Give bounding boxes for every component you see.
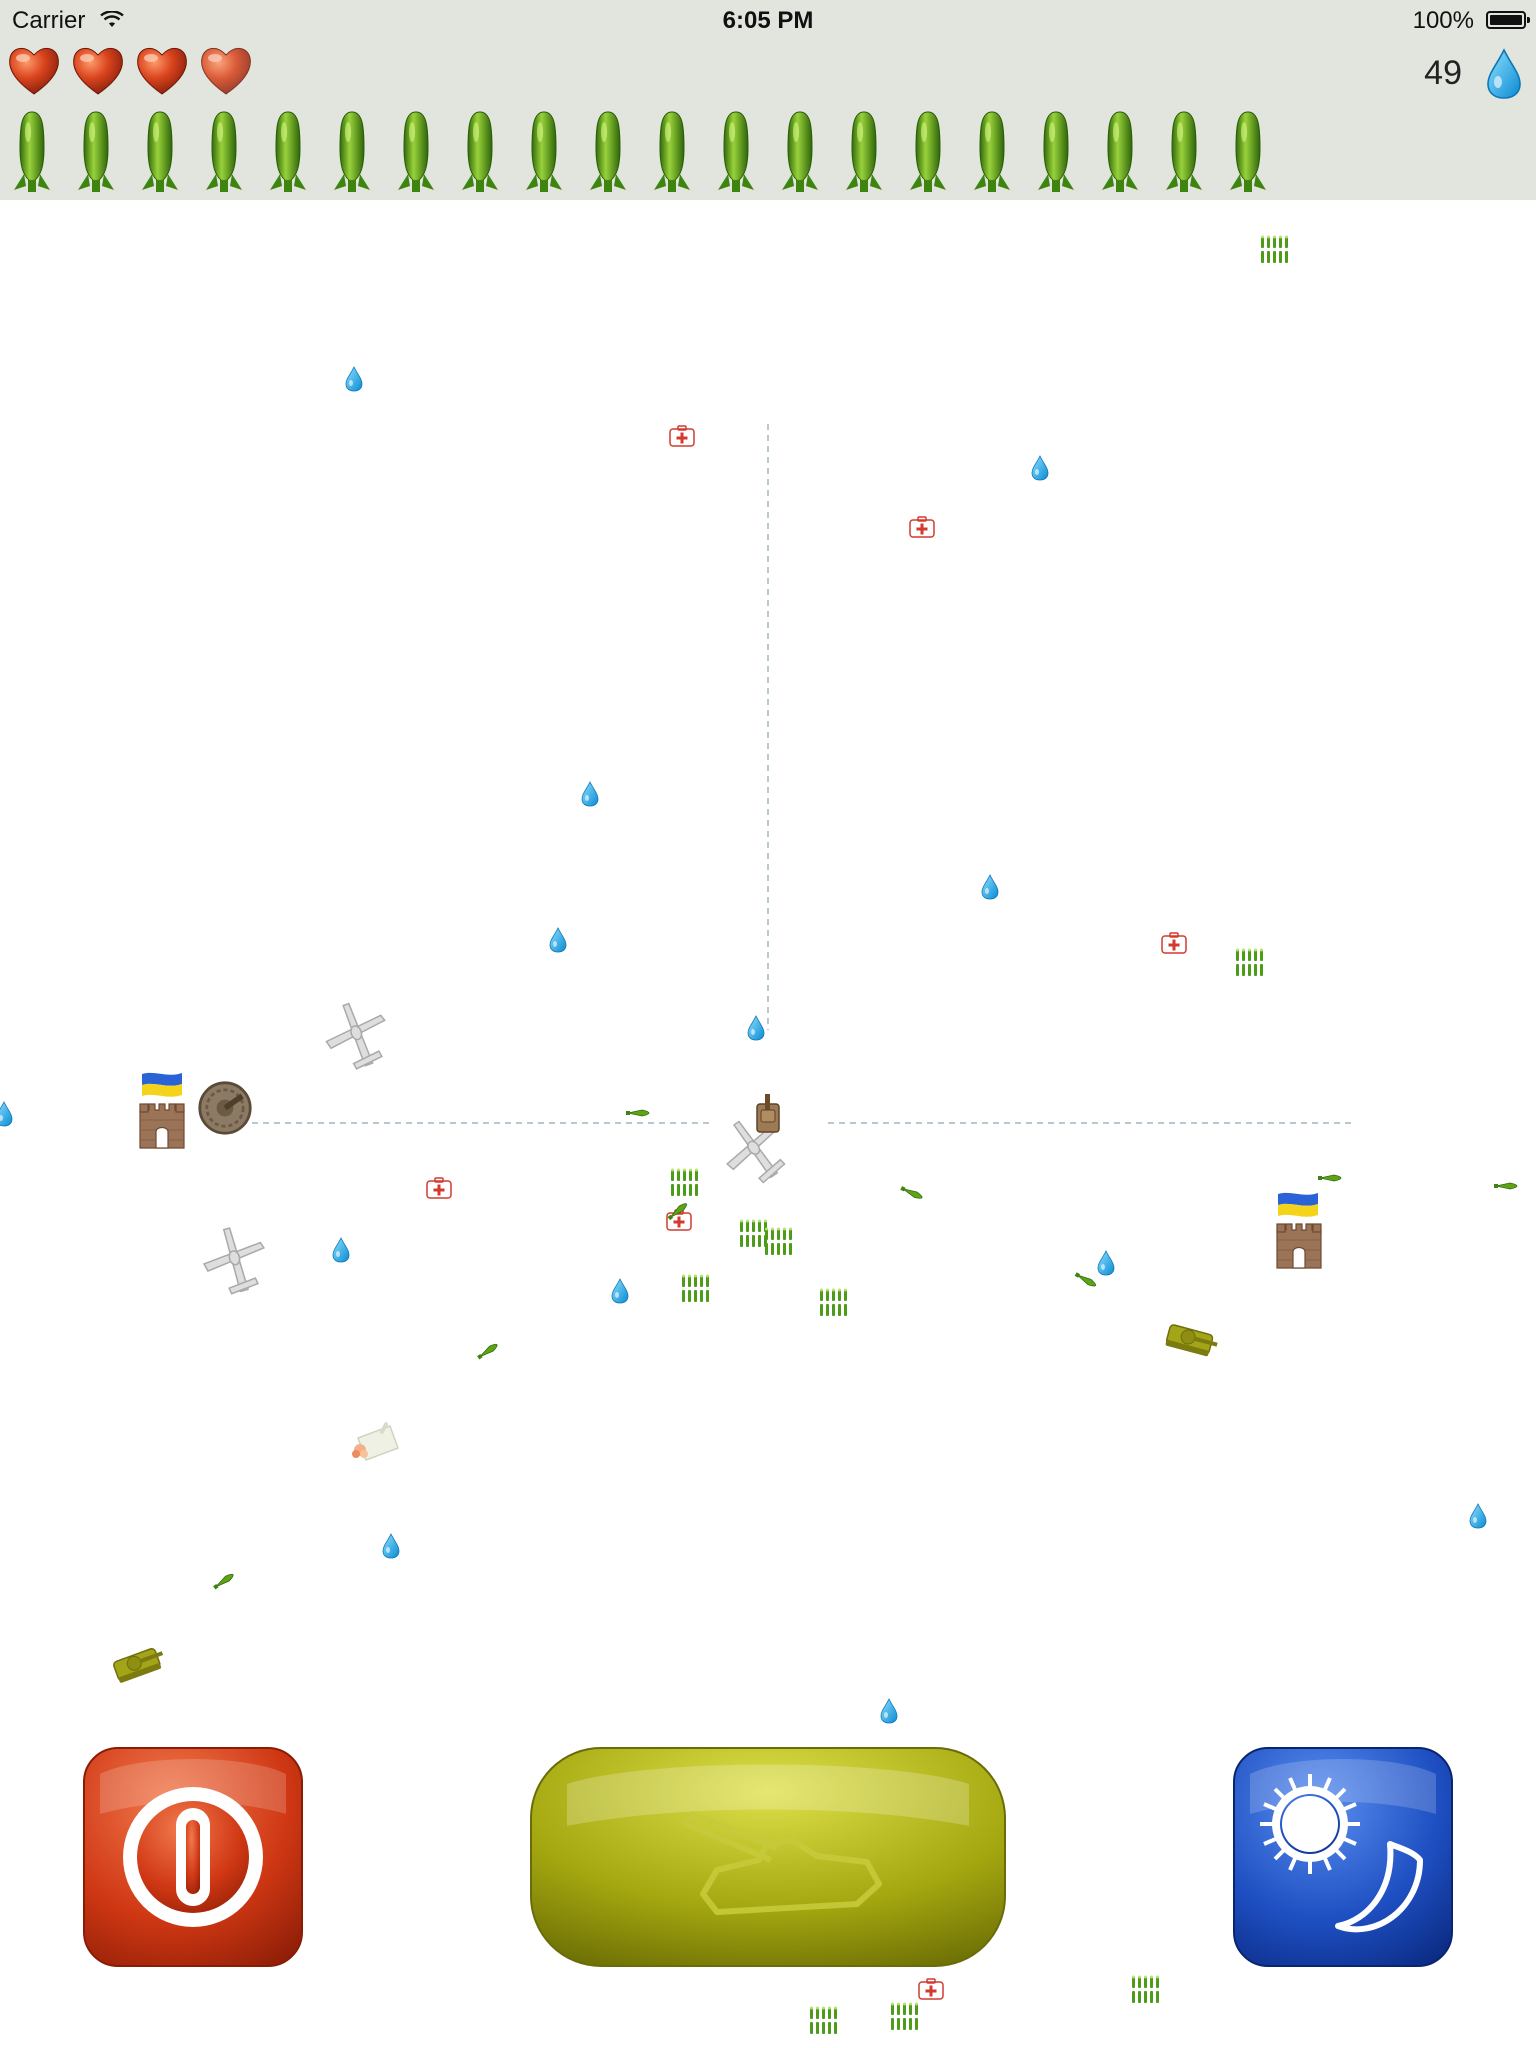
fire-button[interactable] (527, 1744, 1009, 1970)
water-drop-icon[interactable] (580, 781, 600, 807)
game-field[interactable] (0, 0, 1536, 2048)
sun-moon-icon (1233, 1747, 1453, 1967)
flag-icon (140, 1070, 184, 1098)
day-night-button[interactable] (1230, 1744, 1456, 1970)
water-drop-icon[interactable] (548, 927, 568, 953)
soldiers-icon[interactable] (889, 2002, 919, 2032)
shell-icon (1494, 1181, 1518, 1191)
soldiers-icon[interactable] (763, 1227, 793, 1257)
pause-button[interactable] (80, 1744, 306, 1970)
flag-icon (1276, 1190, 1320, 1218)
medkit-icon[interactable] (426, 1177, 452, 1199)
turret-icon[interactable] (197, 1080, 253, 1136)
water-drop-icon[interactable] (1096, 1250, 1116, 1276)
medkit-icon[interactable] (909, 516, 935, 538)
soldiers-icon[interactable] (669, 1168, 699, 1198)
medkit-icon[interactable] (918, 1978, 944, 2000)
pause-icon (83, 1747, 303, 1967)
soldiers-icon[interactable] (808, 2006, 838, 2036)
tank-icon (530, 1747, 1006, 1967)
soldiers-icon[interactable] (1259, 235, 1289, 265)
water-drop-icon[interactable] (879, 1698, 899, 1724)
shell-icon (1318, 1173, 1342, 1183)
crosshair-lines (230, 424, 1352, 1124)
water-drop-icon[interactable] (746, 1015, 766, 1041)
water-drop-icon[interactable] (0, 1101, 14, 1127)
medkit-icon[interactable] (669, 425, 695, 447)
water-drop-icon[interactable] (1468, 1503, 1488, 1529)
water-drop-icon[interactable] (1030, 455, 1050, 481)
player-tank-icon[interactable] (751, 1094, 785, 1134)
soldiers-icon[interactable] (818, 1288, 848, 1318)
castle-icon[interactable] (137, 1100, 187, 1150)
water-drop-icon[interactable] (331, 1237, 351, 1263)
water-drop-icon[interactable] (980, 874, 1000, 900)
medkit-icon[interactable] (1161, 932, 1187, 954)
castle-icon[interactable] (1274, 1220, 1324, 1270)
wreck-icon (346, 1418, 406, 1468)
water-drop-icon[interactable] (344, 366, 364, 392)
water-drop-icon[interactable] (381, 1533, 401, 1559)
water-drop-icon[interactable] (610, 1278, 630, 1304)
soldiers-icon[interactable] (1234, 948, 1264, 978)
soldiers-icon[interactable] (680, 1274, 710, 1304)
soldiers-icon[interactable] (1130, 1975, 1160, 2005)
shell-icon (626, 1108, 650, 1118)
